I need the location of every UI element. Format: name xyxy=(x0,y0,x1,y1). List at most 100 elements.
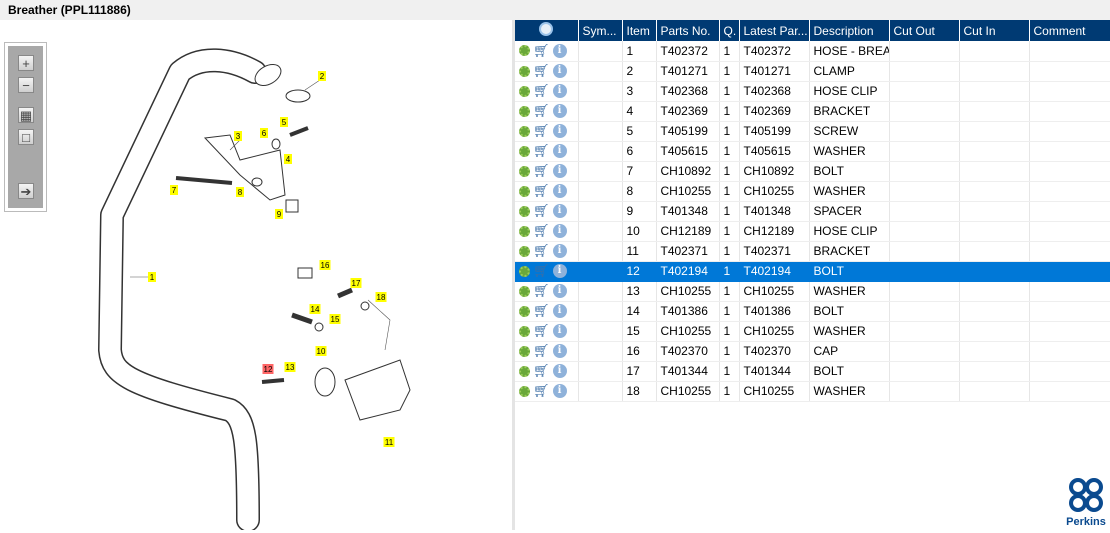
callout-6[interactable]: 6 xyxy=(260,128,268,138)
column-header[interactable]: Item xyxy=(622,20,657,41)
callout-15[interactable]: 15 xyxy=(329,314,341,324)
callout-7[interactable]: 7 xyxy=(170,185,178,195)
column-header[interactable]: Cut In xyxy=(959,20,1030,41)
table-row[interactable]: 🛒︎ i 8 CH10255 1 CH10255 WASHER xyxy=(515,181,1110,202)
search-parts-icon[interactable] xyxy=(539,22,554,36)
table-row[interactable]: 🛒︎ i 18 CH10255 1 CH10255 WASHER xyxy=(515,381,1110,402)
info-icon[interactable]: i xyxy=(552,344,567,358)
cart-icon[interactable]: 🛒︎ xyxy=(533,363,550,379)
table-row[interactable]: 🛒︎ i 5 T405199 1 T405199 SCREW xyxy=(515,121,1110,142)
gear-icon[interactable] xyxy=(519,265,530,277)
cart-icon[interactable]: 🛒︎ xyxy=(533,303,550,319)
callout-14[interactable]: 14 xyxy=(309,304,321,314)
gear-icon[interactable] xyxy=(519,145,530,157)
info-icon[interactable]: i xyxy=(552,164,567,178)
callout-17[interactable]: 17 xyxy=(350,278,362,288)
table-row[interactable]: 🛒︎ i 7 CH10892 1 CH10892 BOLT xyxy=(515,161,1110,182)
callout-2[interactable]: 2 xyxy=(318,71,326,81)
gear-icon[interactable] xyxy=(519,365,530,377)
gear-icon[interactable] xyxy=(519,385,530,397)
info-icon[interactable]: i xyxy=(552,244,567,258)
cart-icon[interactable]: 🛒︎ xyxy=(533,83,550,99)
column-header-actions[interactable] xyxy=(515,20,579,41)
table-row[interactable]: 🛒︎ i 4 T402369 1 T402369 BRACKET xyxy=(515,101,1110,122)
gear-icon[interactable] xyxy=(519,285,530,297)
cart-icon[interactable]: 🛒︎ xyxy=(533,243,550,259)
gear-icon[interactable] xyxy=(519,185,530,197)
actual-size-button[interactable]: □ xyxy=(18,129,34,145)
table-row[interactable]: 🛒︎ i 2 T401271 1 T401271 CLAMP xyxy=(515,61,1110,82)
cart-icon[interactable]: 🛒︎ xyxy=(533,183,550,199)
column-header[interactable]: Latest Par... xyxy=(739,20,810,41)
info-icon[interactable]: i xyxy=(552,64,567,78)
table-row[interactable]: 🛒︎ i 16 T402370 1 T402370 CAP xyxy=(515,341,1110,362)
column-header[interactable]: Parts No. xyxy=(656,20,720,41)
callout-1[interactable]: 1 xyxy=(148,272,156,282)
callout-12[interactable]: 12 xyxy=(262,364,274,374)
table-row[interactable]: 🛒︎ i 6 T405615 1 T405615 WASHER xyxy=(515,141,1110,162)
callout-9[interactable]: 9 xyxy=(275,209,283,219)
gear-icon[interactable] xyxy=(519,345,530,357)
info-icon[interactable]: i xyxy=(552,124,567,138)
info-icon[interactable]: i xyxy=(552,104,567,118)
info-icon[interactable]: i xyxy=(552,184,567,198)
info-icon[interactable]: i xyxy=(552,284,567,298)
info-icon[interactable]: i xyxy=(552,204,567,218)
info-icon[interactable]: i xyxy=(552,43,567,58)
callout-10[interactable]: 10 xyxy=(315,346,327,356)
info-icon[interactable]: i xyxy=(552,144,567,158)
callout-8[interactable]: 8 xyxy=(236,187,244,197)
export-button[interactable]: ➔ xyxy=(18,183,34,199)
info-icon[interactable]: i xyxy=(552,364,567,378)
cart-icon[interactable]: 🛒︎ xyxy=(533,143,550,159)
column-header[interactable]: Description xyxy=(809,20,890,41)
table-row[interactable]: 🛒︎ i 15 CH10255 1 CH10255 WASHER xyxy=(515,321,1110,342)
cart-icon[interactable]: 🛒︎ xyxy=(533,263,550,279)
cart-icon[interactable]: 🛒︎ xyxy=(533,343,550,359)
info-icon[interactable]: i xyxy=(552,324,567,338)
callout-11[interactable]: 11 xyxy=(383,437,395,447)
gear-icon[interactable] xyxy=(519,325,530,337)
parts-diagram[interactable]: 1 2 3 4 5 6 7 8 9 10 11 12 13 14 15 16 17 18 + − ▦ □ ➔ xyxy=(0,20,512,532)
zoom-out-button[interactable]: − xyxy=(18,77,34,93)
cart-icon[interactable]: 🛒︎ xyxy=(533,323,550,339)
zoom-in-button[interactable]: + xyxy=(18,55,34,71)
callout-13[interactable]: 13 xyxy=(284,362,296,372)
cart-icon[interactable]: 🛒︎ xyxy=(533,63,550,79)
table-row[interactable]: 🛒︎ i 14 T401386 1 T401386 BOLT xyxy=(515,301,1110,322)
column-header[interactable]: Sym... xyxy=(578,20,623,41)
table-row[interactable]: 🛒︎ i 17 T401344 1 T401344 BOLT xyxy=(515,361,1110,382)
table-row[interactable]: 🛒︎ i 13 CH10255 1 CH10255 WASHER xyxy=(515,281,1110,302)
table-row[interactable]: 🛒︎ i 12 T402194 1 T402194 BOLT xyxy=(515,261,1110,282)
cart-icon[interactable]: 🛒︎ xyxy=(533,43,550,59)
info-icon[interactable]: i xyxy=(552,384,567,398)
info-icon[interactable]: i xyxy=(552,84,567,98)
table-row[interactable]: 🛒︎ i 10 CH12189 1 CH12189 HOSE CLIP xyxy=(515,221,1110,242)
callout-18[interactable]: 18 xyxy=(375,292,387,302)
info-icon[interactable]: i xyxy=(552,264,567,278)
info-icon[interactable]: i xyxy=(552,304,567,318)
callout-3[interactable]: 3 xyxy=(234,131,242,141)
gear-icon[interactable] xyxy=(519,225,530,237)
callout-16[interactable]: 16 xyxy=(319,260,331,270)
column-header[interactable]: Q. xyxy=(719,20,740,41)
gear-icon[interactable] xyxy=(519,65,530,77)
column-header[interactable]: Cut Out xyxy=(889,20,960,41)
table-row[interactable]: 🛒︎ i 9 T401348 1 T401348 SPACER xyxy=(515,201,1110,222)
table-row[interactable]: 🛒︎i1T4023721T402372HOSE - BREATHER xyxy=(515,41,1110,62)
gear-icon[interactable] xyxy=(519,205,530,217)
cart-icon[interactable]: 🛒︎ xyxy=(533,283,550,299)
cart-icon[interactable]: 🛒︎ xyxy=(533,383,550,399)
cart-icon[interactable]: 🛒︎ xyxy=(533,103,550,119)
callout-4[interactable]: 4 xyxy=(284,154,292,164)
gear-icon[interactable] xyxy=(519,45,530,57)
callout-5[interactable]: 5 xyxy=(280,117,288,127)
gear-icon[interactable] xyxy=(519,105,530,117)
cart-icon[interactable]: 🛒︎ xyxy=(533,223,550,239)
table-row[interactable]: 🛒︎ i 11 T402371 1 T402371 BRACKET xyxy=(515,241,1110,262)
column-header[interactable]: Comment xyxy=(1029,20,1110,41)
table-row[interactable]: 🛒︎ i 3 T402368 1 T402368 HOSE CLIP xyxy=(515,81,1110,102)
gear-icon[interactable] xyxy=(519,245,530,257)
fit-to-window-button[interactable]: ▦ xyxy=(18,107,34,123)
cart-icon[interactable]: 🛒︎ xyxy=(533,123,550,139)
